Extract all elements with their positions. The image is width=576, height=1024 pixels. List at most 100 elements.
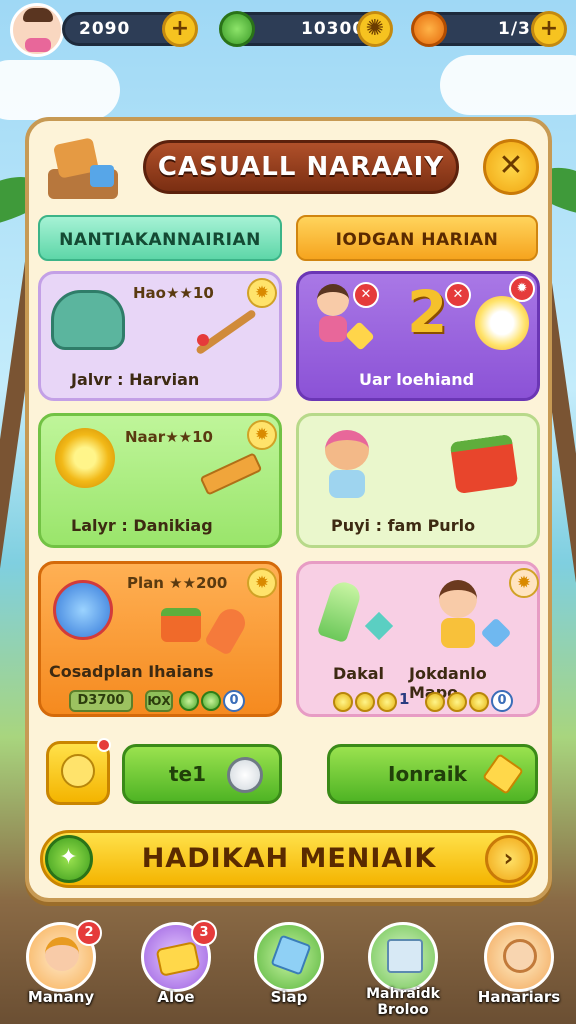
orb-icon — [53, 580, 113, 640]
gift-box-icon — [449, 433, 519, 495]
main-action-label: HADIKAH MENIAIK — [141, 843, 437, 874]
profile-icon — [503, 939, 537, 973]
collect-button-label: Ionraik — [388, 762, 467, 786]
shirt-icon — [25, 38, 51, 52]
mission-card[interactable]: 2 ✕ ✕ ✹ Uar loehiand — [296, 271, 540, 401]
character-icon — [45, 937, 79, 971]
bear-character-icon — [321, 430, 373, 500]
bag-icon — [270, 934, 312, 976]
mission-card[interactable]: Plan ★★200 ✹ Cosadplan Ihaians D3700 ЮX … — [38, 561, 282, 717]
compass-icon — [475, 296, 529, 350]
hair-icon — [23, 8, 53, 22]
donut-icon — [55, 428, 115, 488]
add-gems-button[interactable]: ✺ — [357, 11, 393, 47]
player-avatar[interactable] — [10, 3, 64, 57]
mission-card[interactable]: Naar★★10 ✹ Lalyr : Danikiag — [38, 413, 282, 548]
coins-value: 2090 — [79, 19, 131, 39]
main-action-button[interactable]: ✦ HADIKAH MENIAIK › — [40, 830, 538, 888]
energy-value: 1/3 — [498, 19, 531, 39]
cloud — [440, 55, 576, 115]
price-tag: D3700 — [69, 690, 133, 712]
collect-button[interactable]: Ionraik — [327, 744, 538, 804]
mission-card[interactable]: Puyi : fam Purlo — [296, 413, 540, 548]
coin-icon — [469, 692, 489, 712]
nav-label: Siap — [270, 988, 308, 1006]
mascot-button[interactable] — [46, 738, 111, 805]
close-icon: ✕ — [445, 282, 471, 308]
girl-character-icon — [311, 284, 355, 350]
star-icon: ✹ — [247, 568, 277, 598]
popsicle-icon — [316, 578, 364, 644]
add-coins-button[interactable]: + — [162, 11, 198, 47]
nav-label: Aloe — [157, 988, 195, 1006]
coins-counter: 2090 + — [62, 11, 198, 47]
sparkle-icon: ✦ — [45, 835, 93, 883]
turtle-icon — [51, 290, 125, 350]
star-icon — [364, 611, 394, 641]
mission-card[interactable]: Hao★★10 ✹ Jalvr : Harvian — [38, 271, 282, 401]
heart-icon — [219, 11, 255, 47]
card-reward: Naar★★10 — [125, 428, 213, 446]
item-count: 0 — [223, 690, 245, 712]
close-button[interactable]: ✕ — [483, 139, 539, 195]
coin-icon — [425, 692, 445, 712]
tab-daily-mission[interactable]: NANTIAKANNAIRIAN — [38, 215, 282, 261]
card-reward: Hao★★10 — [133, 284, 214, 302]
gear-icon: ✺ — [365, 16, 385, 41]
card-label: Cosadplan Ihaians — [49, 662, 214, 681]
card-label: Lalyr : Danikiag — [71, 516, 213, 535]
add-energy-button[interactable]: + — [531, 11, 567, 47]
star-icon: ✹ — [247, 278, 277, 308]
search-button[interactable]: te1 — [122, 744, 282, 804]
tab-daily-reward[interactable]: IODGAN HARIAN — [296, 215, 538, 261]
coin-icon — [333, 692, 353, 712]
smiley-icon — [61, 754, 95, 788]
coin-icon — [355, 692, 375, 712]
nav-label: Manany — [27, 988, 95, 1006]
item-code: ЮX — [145, 690, 173, 712]
card-label: Uar loehiand — [359, 370, 475, 389]
reward-number: 2 — [407, 278, 448, 346]
notification-dot — [97, 738, 111, 752]
coin-icon — [377, 692, 397, 712]
treasure-pile-icon — [42, 135, 124, 205]
popsicle-icon — [203, 603, 251, 657]
star-icon: ✹ — [509, 568, 539, 598]
nav-badge: 3 — [191, 920, 217, 946]
coin-count: 0 — [491, 690, 513, 712]
plank-icon — [199, 452, 263, 496]
card-label: Jalvr : Harvian — [71, 370, 200, 389]
star-icon: ✹ — [509, 276, 535, 302]
mission-card[interactable]: ✹ Dakal Jokdanlo Mapo 1 0 — [296, 561, 540, 717]
nav-hanariars[interactable] — [484, 922, 554, 992]
star-icon: ✹ — [247, 420, 277, 450]
search-icon — [227, 757, 263, 793]
panel-title: CASUALL NARAAIY — [143, 140, 459, 194]
ticket-icon — [482, 753, 524, 795]
nav-siap[interactable] — [254, 922, 324, 992]
card-label: Dakal — [333, 664, 384, 683]
flame-icon — [411, 11, 447, 47]
map-icon — [387, 939, 423, 973]
gem-icon — [480, 617, 512, 649]
energy-counter: 1/3 + — [411, 11, 567, 47]
nav-label: Mahraidk Broloo — [366, 986, 440, 1018]
boy-character-icon — [433, 580, 483, 652]
cloud — [0, 60, 120, 120]
card-reward: Plan ★★200 — [127, 574, 228, 592]
close-icon: ✕ — [353, 282, 379, 308]
nav-label: Hanariars — [477, 988, 561, 1006]
close-icon: ✕ — [498, 148, 524, 183]
stick-icon — [195, 308, 257, 356]
search-button-label: te1 — [169, 762, 207, 786]
gems-value: 10300 — [301, 19, 366, 39]
arrow-right-icon: › — [485, 835, 533, 883]
card-label: Puyi : fam Purlo — [331, 516, 476, 535]
nav-badge: 2 — [76, 920, 102, 946]
coin-icon — [447, 692, 467, 712]
gems-counter: 10300 ✺ — [219, 11, 393, 47]
gem-icon — [201, 691, 221, 711]
gem-icon — [179, 691, 199, 711]
nav-mahraidk[interactable] — [368, 922, 438, 992]
coin-count: 1 — [399, 690, 410, 708]
